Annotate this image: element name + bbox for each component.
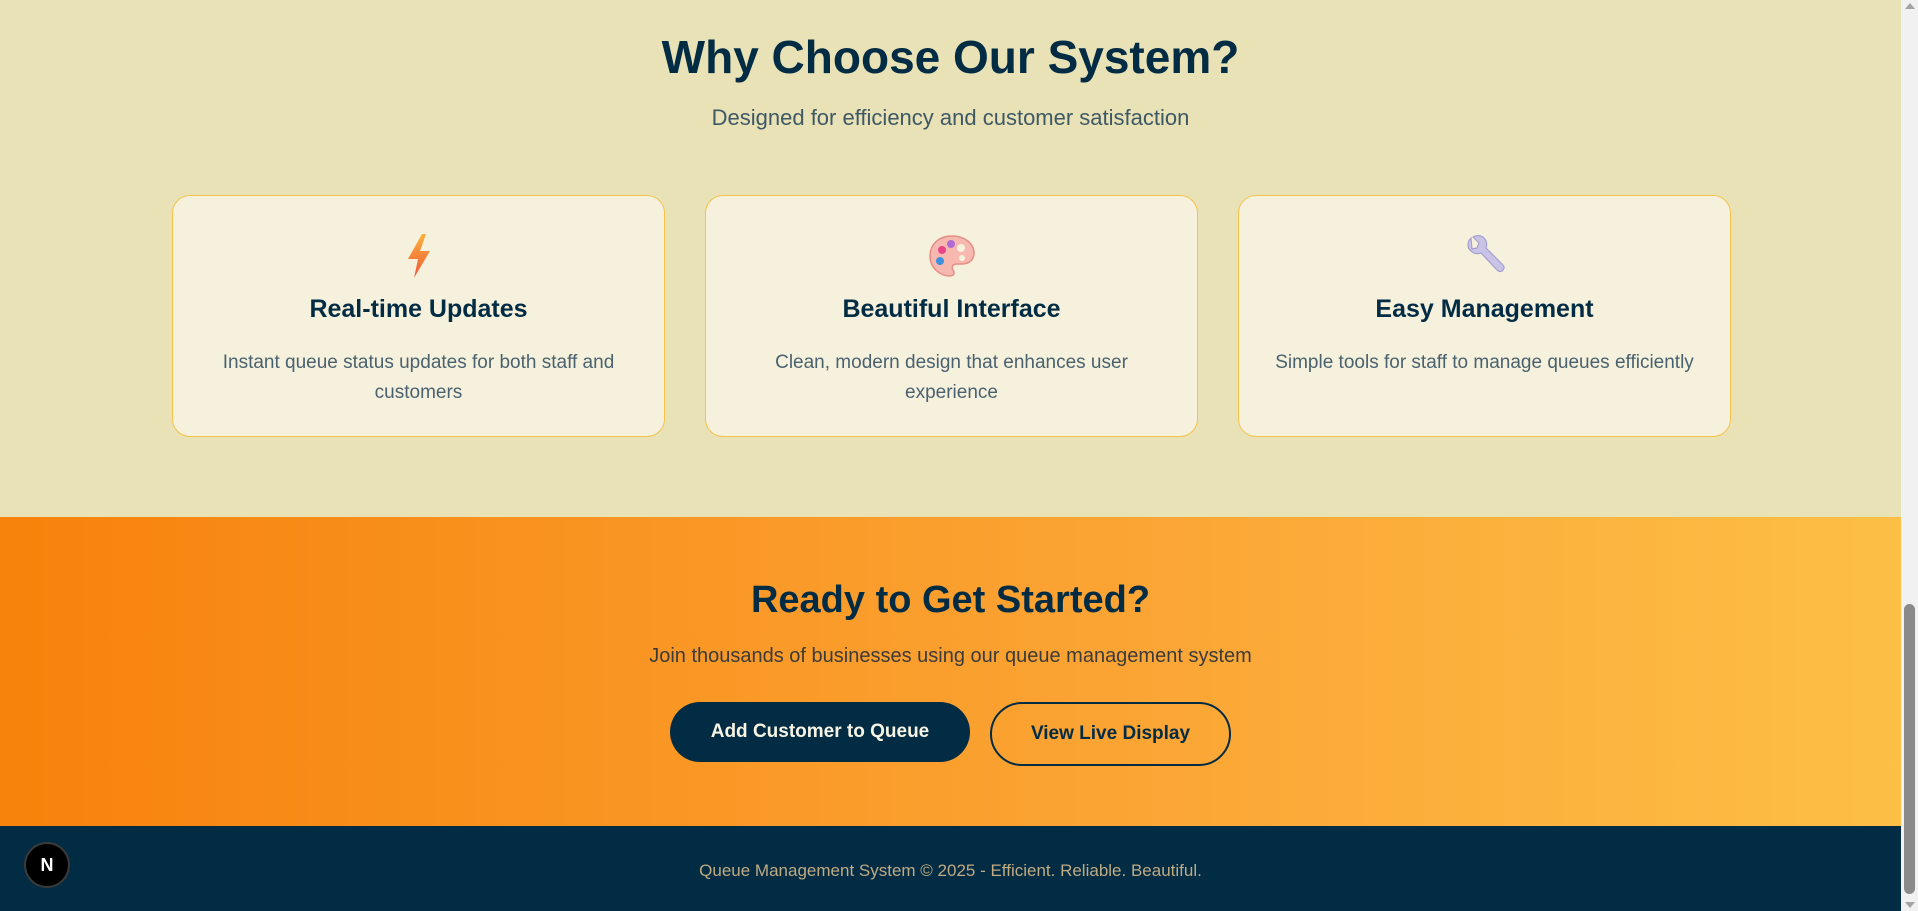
scrollbar-thumb[interactable] [1904,604,1915,894]
lightning-icon [173,232,664,280]
scroll-down-icon[interactable] [1905,902,1915,908]
card-description: Clean, modern design that enhances user … [775,352,1128,403]
features-section: Why Choose Our System? Designed for effi… [0,0,1901,517]
palette-icon [706,232,1197,280]
features-title: Why Choose Our System? [661,31,1240,83]
add-customer-button[interactable]: Add Customer to Queue [670,702,970,762]
footer-text: Queue Management System © 2025 - Efficie… [699,861,1202,880]
wrench-icon [1239,232,1730,280]
vertical-scrollbar[interactable] [1901,0,1918,911]
footer: N Queue Management System © 2025 - Effic… [0,826,1901,911]
scroll-up-icon[interactable] [1905,3,1915,9]
feature-card-management: Easy Management Simple tools for staff t… [1238,195,1731,437]
feature-card-realtime: Real-time Updates Instant queue status u… [172,195,665,437]
card-title: Easy Management [1375,295,1594,323]
page-content: Why Choose Our System? Designed for effi… [0,0,1901,911]
page: Why Choose Our System? Designed for effi… [0,0,1918,911]
card-description: Instant queue status updates for both st… [222,352,615,403]
feature-card-interface: Beautiful Interface Clean, modern design… [705,195,1198,437]
card-title: Beautiful Interface [842,295,1061,323]
cta-section: Ready to Get Started? Join thousands of … [0,517,1901,826]
card-description: Simple tools for staff to manage queues … [1275,352,1694,373]
view-live-display-button[interactable]: View Live Display [990,702,1231,766]
features-subtitle: Designed for efficiency and customer sat… [711,105,1190,130]
card-title: Real-time Updates [309,295,528,323]
cta-subtitle: Join thousands of businesses using our q… [649,645,1252,667]
cta-title: Ready to Get Started? [750,579,1151,621]
